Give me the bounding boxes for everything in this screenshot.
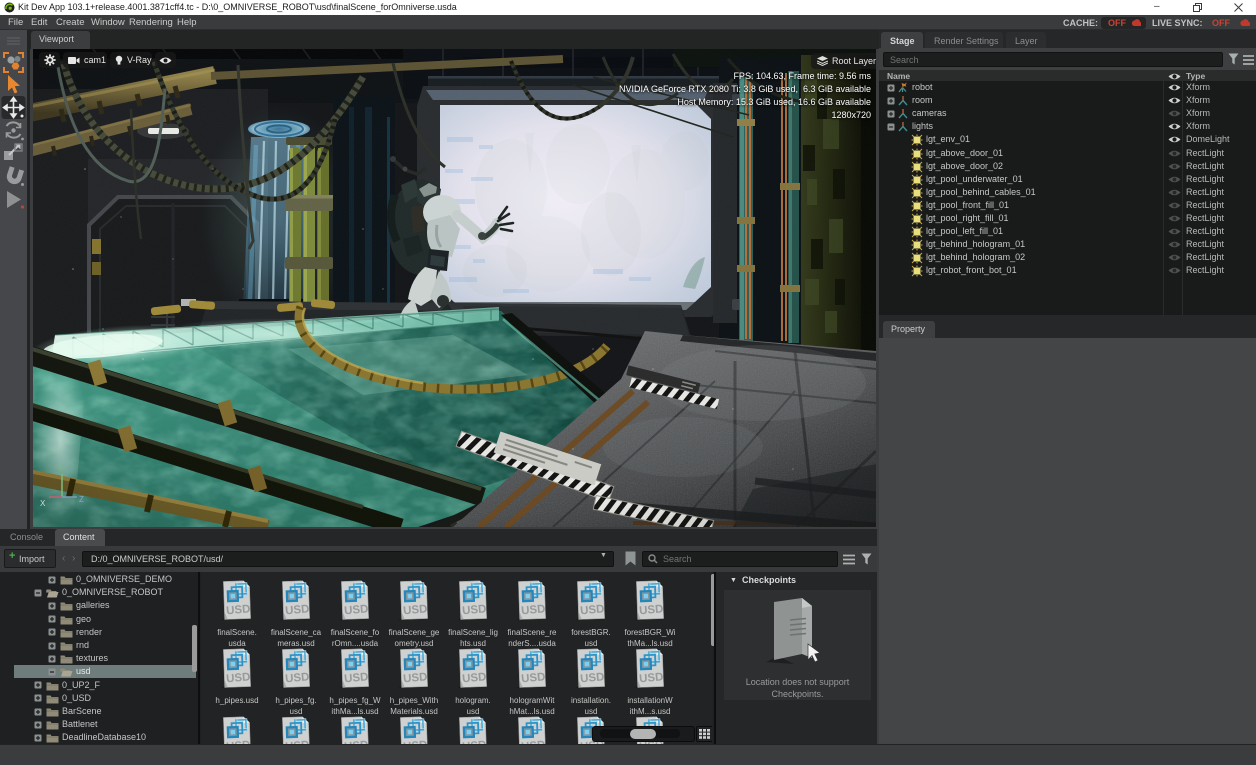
svg-text:USD: USD <box>285 603 310 617</box>
svg-text:USD: USD <box>462 671 487 685</box>
svg-text:USD: USD <box>403 603 428 617</box>
svg-text:Z: Z <box>79 495 84 504</box>
svg-text:USD: USD <box>344 671 369 685</box>
svg-text:USD: USD <box>580 671 605 685</box>
svg-text:X: X <box>40 499 46 508</box>
svg-text:USD: USD <box>403 671 428 685</box>
svg-text:USD: USD <box>285 671 310 685</box>
svg-text:USD: USD <box>639 671 664 685</box>
svg-text:USD: USD <box>580 603 605 617</box>
svg-text:Y: Y <box>58 464 64 473</box>
svg-text:USD: USD <box>344 603 369 617</box>
svg-text:USD: USD <box>226 671 251 685</box>
svg-text:USD: USD <box>226 603 251 617</box>
svg-text:USD: USD <box>521 603 546 617</box>
svg-text:USD: USD <box>639 603 664 617</box>
svg-text:USD: USD <box>521 671 546 685</box>
svg-text:USD: USD <box>462 603 487 617</box>
